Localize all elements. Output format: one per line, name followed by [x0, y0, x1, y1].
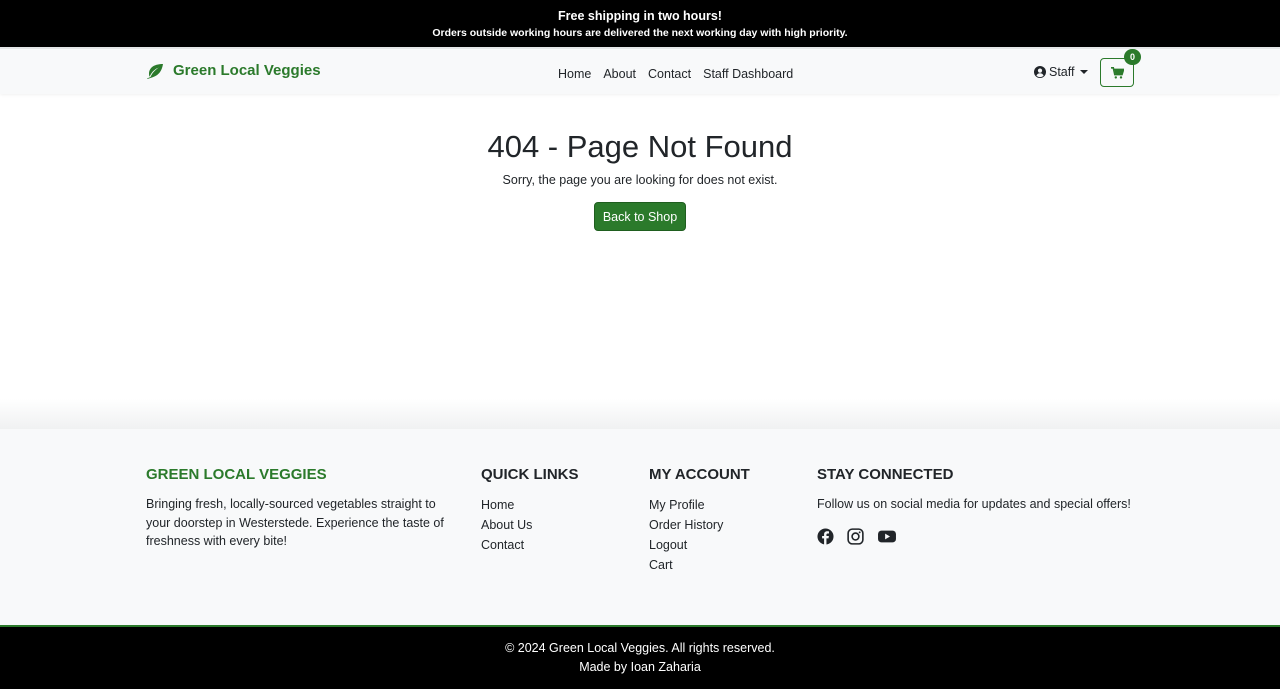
instagram-icon[interactable] — [847, 527, 864, 545]
brand-name: Green Local Veggies — [173, 62, 321, 79]
leaf-icon — [147, 63, 163, 79]
footer-link-my-profile[interactable]: My Profile — [649, 495, 799, 515]
main-content: 404 - Page Not Found Sorry, the page you… — [0, 94, 1280, 428]
footer-brand-column: GREEN LOCAL VEGGIES Bringing fresh, loca… — [146, 466, 461, 551]
footer-account-column: MY ACCOUNT My Profile Order History Logo… — [649, 466, 799, 575]
youtube-icon[interactable] — [877, 528, 897, 545]
facebook-icon[interactable] — [817, 527, 834, 545]
announcement-subline: Orders outside working hours are deliver… — [432, 27, 848, 39]
social-links — [817, 527, 1137, 545]
footer-link-cart[interactable]: Cart — [649, 555, 799, 575]
connect-text: Follow us on social media for updates an… — [817, 497, 1131, 511]
cart-count-badge: 0 — [1124, 49, 1141, 65]
error-message: Sorry, the page you are looking for does… — [502, 173, 778, 187]
navbar: Green Local Veggies Home About Contact S… — [0, 47, 1280, 94]
credit-text: Made by Ioan Zaharia — [579, 660, 701, 674]
copyright-bar: © 2024 Green Local Veggies. All rights r… — [0, 625, 1280, 689]
nav-contact[interactable]: Contact — [648, 67, 691, 81]
main-nav: Home About Contact Staff Dashboard — [558, 67, 805, 81]
announcement-bar: Free shipping in two hours! Orders outsi… — [0, 0, 1280, 47]
footer-brand-heading: GREEN LOCAL VEGGIES — [146, 466, 327, 483]
page-title: 404 - Page Not Found — [487, 129, 793, 164]
brand-link[interactable]: Green Local Veggies — [146, 62, 321, 79]
nav-about[interactable]: About — [603, 67, 636, 81]
quick-links-heading: QUICK LINKS — [481, 466, 579, 483]
staff-label: Staff — [1049, 65, 1075, 79]
nav-home[interactable]: Home — [558, 67, 591, 81]
footer-brand-text: Bringing fresh, locally-sourced vegetabl… — [146, 497, 444, 548]
footer-link-logout[interactable]: Logout — [649, 535, 799, 555]
announcement-headline: Free shipping in two hours! — [558, 9, 722, 23]
footer-link-about-us[interactable]: About Us — [481, 515, 631, 535]
footer-quick-links-column: QUICK LINKS Home About Us Contact — [481, 466, 631, 555]
shopping-cart-icon — [1110, 66, 1124, 79]
nav-staff-dashboard[interactable]: Staff Dashboard — [703, 67, 793, 81]
footer-connect-column: STAY CONNECTED Follow us on social media… — [817, 466, 1137, 545]
back-to-shop-button[interactable]: Back to Shop — [594, 202, 686, 231]
copyright-text: © 2024 Green Local Veggies. All rights r… — [505, 641, 775, 655]
my-account-heading: MY ACCOUNT — [649, 466, 750, 483]
staff-dropdown[interactable]: Staff — [1034, 65, 1089, 79]
footer-link-home[interactable]: Home — [481, 495, 631, 515]
caret-down-icon — [1080, 70, 1089, 74]
footer-link-contact[interactable]: Contact — [481, 535, 631, 555]
user-circle-icon — [1034, 66, 1046, 78]
footer: GREEN LOCAL VEGGIES Bringing fresh, loca… — [0, 399, 1280, 625]
stay-connected-heading: STAY CONNECTED — [817, 466, 954, 483]
footer-link-order-history[interactable]: Order History — [649, 515, 799, 535]
